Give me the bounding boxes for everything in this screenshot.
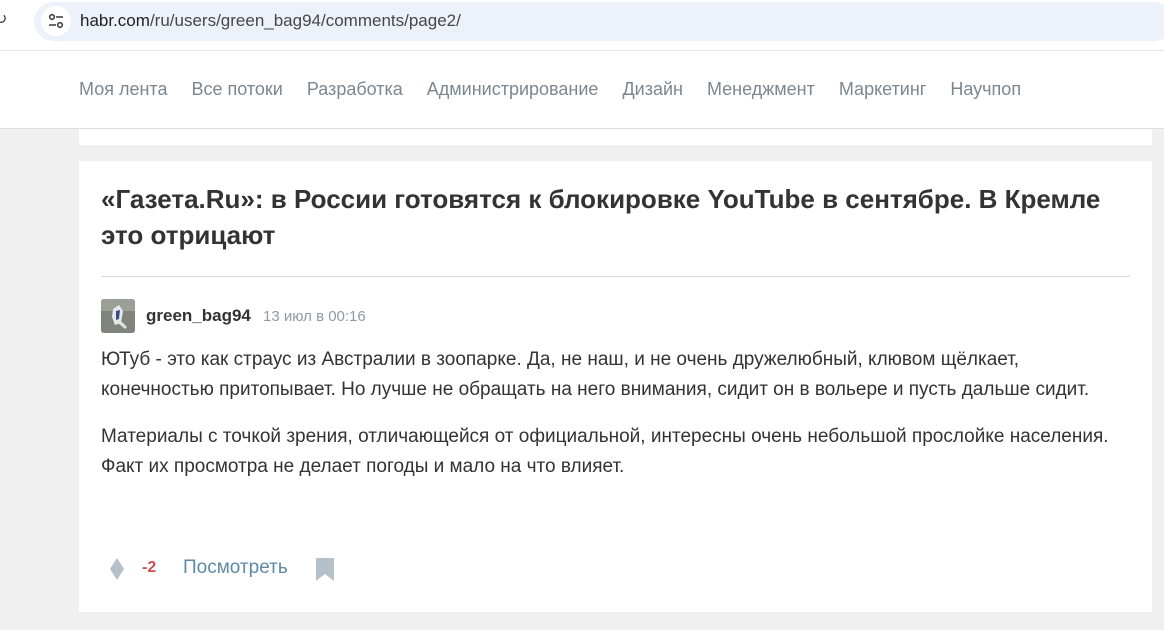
previous-card-edge xyxy=(79,129,1152,145)
url-path: /ru/users/green_bag94/comments/page2/ xyxy=(149,11,461,30)
comment-paragraph: Материалы с точкой зрения, отличающейся … xyxy=(101,426,1109,477)
comment-score: -2 xyxy=(142,559,157,576)
nav-item-marketing[interactable]: Маркетинг xyxy=(839,79,927,100)
comment-author[interactable]: green_bag94 xyxy=(146,306,251,326)
nav-item-my-feed[interactable]: Моя лента xyxy=(79,79,167,100)
avatar[interactable] xyxy=(101,299,135,333)
bookmark-icon[interactable] xyxy=(316,558,334,581)
nav-list: Моя лента Все потоки Разработка Администрир… xyxy=(79,79,1045,100)
comment-timestamp[interactable]: 13 июл в 00:16 xyxy=(263,308,366,325)
url-host: habr.com xyxy=(80,11,150,30)
nav-item-administration[interactable]: Администрирование xyxy=(427,79,599,100)
comment-body: ЮТуб - это как страус из Австралии в зоо… xyxy=(101,345,1131,499)
comment-card: «Газета.Ru»: в России готовятся к блокир… xyxy=(79,161,1152,612)
nav-item-management[interactable]: Менеджмент xyxy=(707,79,815,100)
nav-item-development[interactable]: Разработка xyxy=(307,79,403,100)
url-text[interactable]: habr.com/ru/users/green_bag94/comments/p… xyxy=(80,11,461,31)
habr-nav: Моя лента Все потоки Разработка Администрир… xyxy=(0,51,1164,129)
divider xyxy=(101,276,1130,277)
address-bar[interactable]: habr.com/ru/users/green_bag94/comments/p… xyxy=(34,2,1164,41)
view-comment-link[interactable]: Посмотреть xyxy=(183,557,288,579)
post-title[interactable]: «Газета.Ru»: в России готовятся к блокир… xyxy=(101,181,1111,253)
nav-item-popsci[interactable]: Научпоп xyxy=(950,79,1021,100)
vote-diamond-icon[interactable] xyxy=(109,557,125,581)
tune-icon[interactable] xyxy=(41,6,71,36)
comment-paragraph: ЮТуб - это как страус из Австралии в зоо… xyxy=(101,349,1090,400)
nav-item-all-streams[interactable]: Все потоки xyxy=(191,79,282,100)
browser-toolbar: ↻ habr.com/ru/users/green_bag94/comments… xyxy=(0,0,1164,51)
reload-icon[interactable]: ↻ xyxy=(0,10,8,30)
nav-item-design[interactable]: Дизайн xyxy=(622,79,683,100)
